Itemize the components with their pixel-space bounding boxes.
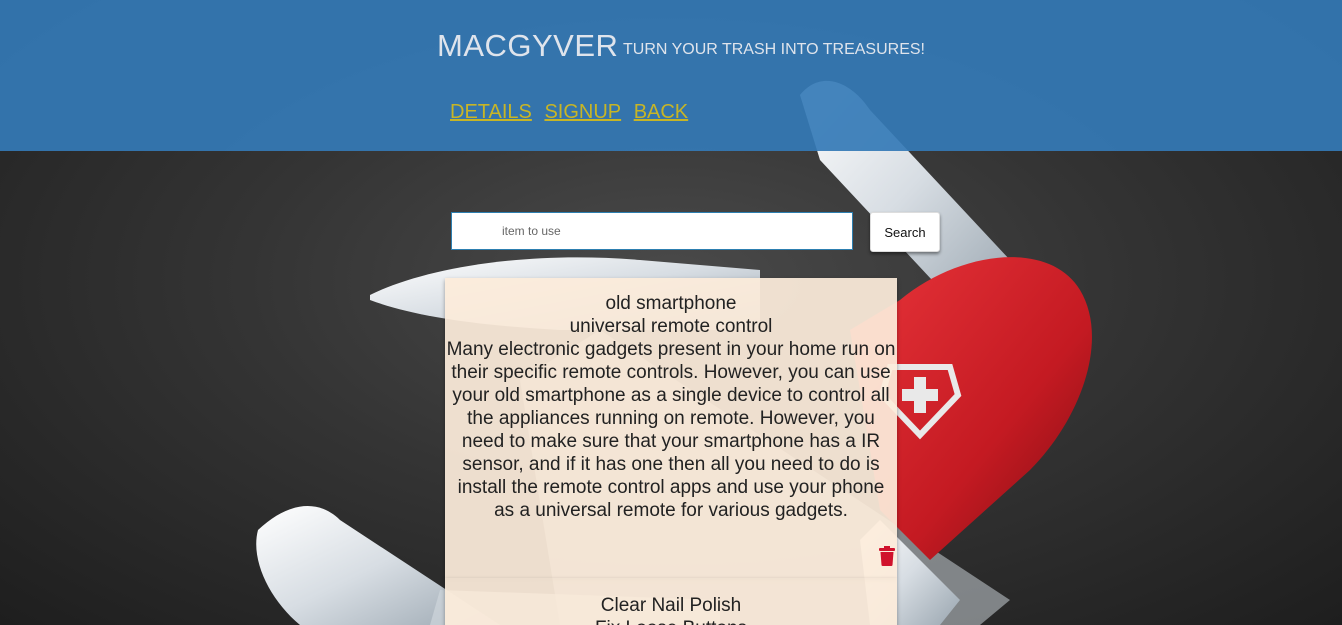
brand-title: MACGYVER — [437, 28, 619, 63]
nav-link-signup[interactable]: SIGNUP — [544, 101, 621, 123]
result-item-name: Clear Nail Polish — [600, 595, 742, 616]
site-tagline: TURN YOUR TRASH INTO TREASURES! — [623, 41, 925, 58]
result-use-name: Fix Loose Buttons — [445, 617, 897, 625]
result-use-name: universal remote control — [569, 316, 773, 337]
trash-icon[interactable] — [879, 546, 895, 566]
nav-link-back[interactable]: BACK — [634, 101, 688, 123]
result-card: old smartphone universal remote control … — [445, 278, 897, 578]
main-nav: DETAILS SIGNUP BACK — [450, 101, 695, 124]
site-header: MACGYVER TURN YOUR TRASH INTO TREASURES!… — [0, 0, 1342, 151]
search-button[interactable]: Search — [870, 212, 940, 252]
results-list: old smartphone universal remote control … — [445, 278, 897, 625]
search-input[interactable] — [451, 212, 853, 250]
result-card: Clear Nail Polish Fix Loose Buttons — [445, 578, 897, 625]
result-description: Many electronic gadgets present in your … — [446, 339, 896, 521]
result-item-name: old smartphone — [605, 293, 737, 314]
nav-link-details[interactable]: DETAILS — [450, 101, 532, 123]
